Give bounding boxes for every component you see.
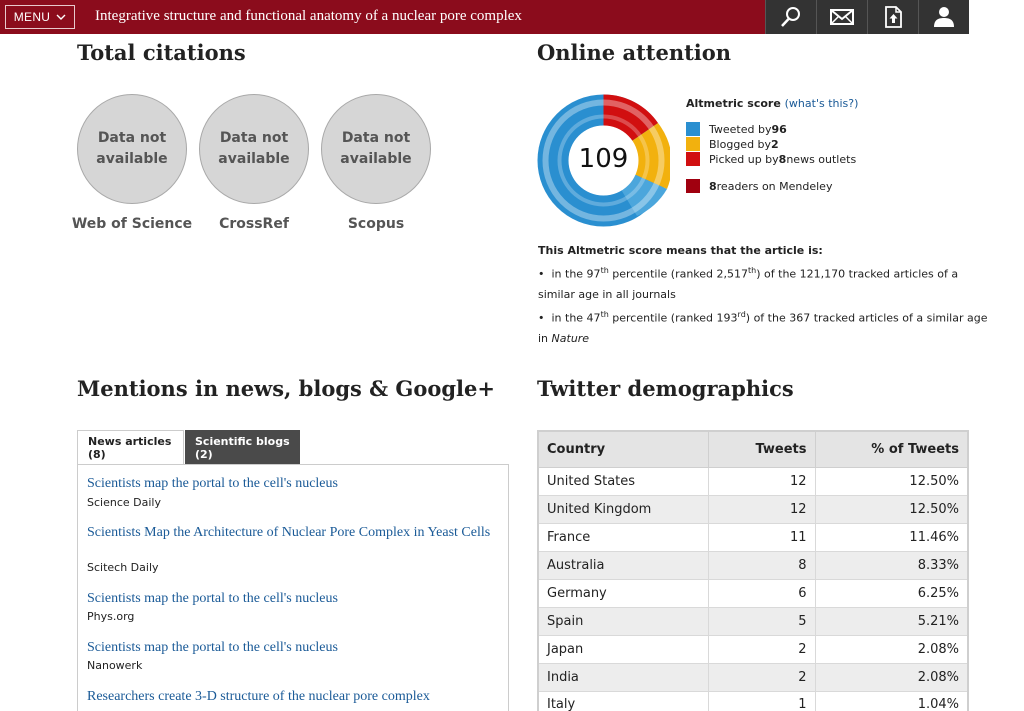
twitter-swatch [686, 122, 700, 136]
percentile-nature-cont: in Nature [538, 332, 590, 345]
whats-this-link[interactable]: (what's this?) [785, 97, 859, 110]
news-article-link[interactable]: Researchers create 3-D structure of the … [87, 689, 497, 705]
download-pdf-button[interactable] [867, 0, 918, 34]
crossref-citation-circle: Data not available [199, 94, 309, 204]
total-citations-heading: Total citations [77, 40, 246, 65]
news-swatch [686, 152, 700, 166]
download-icon [885, 6, 902, 28]
table-row: Japan 2 2.08% [537, 634, 969, 664]
crossref-label: CrossRef [219, 216, 289, 232]
column-header-tweets: Tweets [707, 430, 816, 468]
bullet: • [538, 311, 552, 325]
web-of-science-citation-circle: Data not available [77, 94, 187, 204]
table-row: United States 12 12.50% [537, 466, 969, 496]
top-icon-bar [765, 0, 969, 34]
table-row: India 2 2.08% [537, 662, 969, 692]
search-button[interactable] [765, 0, 816, 34]
news-article-link[interactable]: Scientists Map the Architecture of Nucle… [87, 525, 497, 541]
chevron-down-icon [56, 14, 66, 20]
tab-scientific-blogs[interactable]: Scientific blogs (2) [185, 430, 300, 465]
mendeley-swatch [686, 179, 700, 193]
table-header-row: Country Tweets % of Tweets [537, 430, 969, 468]
legend-mendeley: 8 readers on Mendeley [686, 179, 832, 193]
table-row: France 11 11.46% [537, 522, 969, 552]
altmetric-score-title: Altmetric score (what's this?) [686, 97, 859, 110]
mentions-heading: Mentions in news, blogs & Google+ [77, 376, 495, 401]
menu-button[interactable]: MENU [5, 5, 75, 29]
news-article-source: Science Daily [87, 496, 161, 509]
bullet: • [538, 267, 552, 281]
table-row: Italy 1 1.04% [537, 690, 969, 711]
news-article-link[interactable]: Scientists map the portal to the cell's … [87, 476, 497, 492]
tab-news-articles[interactable]: News articles (8) [77, 430, 184, 465]
news-article-link[interactable]: Scientists map the portal to the cell's … [87, 640, 497, 656]
blog-swatch [686, 137, 700, 151]
news-article-source: Scitech Daily [87, 561, 159, 574]
twitter-demographics-table: Country Tweets % of Tweets United States… [537, 430, 969, 711]
news-article-source: Phys.org [87, 610, 135, 623]
web-of-science-label: Web of Science [71, 216, 193, 232]
altmetric-score-value: 109 [578, 144, 629, 174]
online-attention-heading: Online attention [537, 40, 732, 65]
table-row: Germany 6 6.25% [537, 578, 969, 608]
menu-label: MENU [13, 10, 51, 24]
user-icon [934, 7, 954, 27]
mail-icon [830, 9, 854, 25]
search-icon [781, 7, 800, 27]
altmetric-means-title: This Altmetric score means that the arti… [538, 244, 823, 257]
article-title: Integrative structure and functional ana… [95, 8, 522, 24]
percentile-nature: • in the 47th percentile (ranked 193rd) … [538, 310, 988, 325]
table-row: Spain 5 5.21% [537, 606, 969, 636]
account-button[interactable] [918, 0, 969, 34]
email-button[interactable] [816, 0, 867, 34]
table-row: Australia 8 8.33% [537, 550, 969, 580]
twitter-demographics-heading: Twitter demographics [537, 376, 794, 401]
scopus-label: Scopus [347, 216, 405, 232]
news-article-source: Nanowerk [87, 659, 143, 672]
table-row: United Kingdom 12 12.50% [537, 494, 969, 524]
legend-blogged: Blogged by 2 [686, 137, 779, 151]
column-header-country: Country [537, 430, 709, 468]
news-article-link[interactable]: Scientists map the portal to the cell's … [87, 591, 497, 607]
legend-news: Picked up by 8 news outlets [686, 152, 856, 166]
percentile-all-journals: • in the 97th percentile (ranked 2,517th… [538, 266, 959, 281]
legend-tweeted: Tweeted by 96 [686, 122, 787, 136]
top-bar: MENU Integrative structure and functiona… [0, 0, 969, 34]
scopus-citation-circle: Data not available [321, 94, 431, 204]
percentile-all-journals-cont: similar age in all journals [538, 288, 676, 301]
column-header-percent: % of Tweets [814, 430, 969, 468]
